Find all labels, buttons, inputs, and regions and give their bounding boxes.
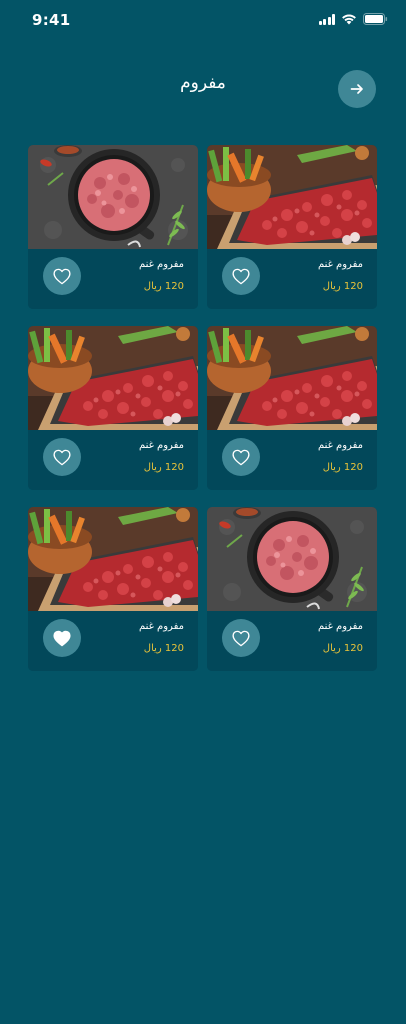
favorite-button[interactable] [43,257,81,295]
product-info: مفروم غنم 120 ريال [207,249,377,309]
product-info: مفروم غنم 120 ريال [207,430,377,490]
product-name: مفروم غنم [138,440,184,451]
cellular-signal-icon [318,13,335,25]
product-card[interactable]: مفروم غنم 120 ريال [207,145,377,309]
product-info: مفروم غنم 120 ريال [28,249,198,309]
product-image[interactable] [207,145,377,249]
product-card[interactable]: مفروم غنم 120 ريال [207,326,377,490]
heart-icon [53,268,71,284]
product-price: 120 ريال [322,643,363,654]
product-image[interactable] [207,326,377,430]
status-time: 9:41 [32,11,71,29]
heart-icon [53,630,71,646]
favorite-button[interactable] [222,257,260,295]
product-name: مفروم غنم [317,440,363,451]
product-info: مفروم غنم 120 ريال [28,611,198,671]
product-price: 120 ريال [322,281,363,292]
product-price: 120 ريال [143,281,184,292]
favorite-button[interactable] [222,619,260,657]
product-name: مفروم غنم [317,259,363,270]
product-name: مفروم غنم [138,621,184,632]
product-info: مفروم غنم 120 ريال [207,611,377,671]
product-image[interactable] [28,507,198,611]
status-bar: 9:41 [0,0,406,44]
status-icons [318,13,389,25]
product-name: مفروم غنم [317,621,363,632]
product-image[interactable] [207,507,377,611]
arrow-right-icon [350,84,363,94]
wifi-icon [341,13,357,25]
product-card[interactable]: مفروم غنم 120 ريال [207,507,377,671]
product-name: مفروم غنم [138,259,184,270]
product-price: 120 ريال [143,462,184,473]
product-price: 120 ريال [143,643,184,654]
product-card[interactable]: مفروم غنم 120 ريال [28,145,198,309]
product-image[interactable] [28,326,198,430]
product-card[interactable]: مفروم غنم 120 ريال [28,507,198,671]
heart-icon [232,268,250,284]
product-image[interactable] [28,145,198,249]
heart-icon [53,449,71,465]
favorite-button[interactable] [43,619,81,657]
product-price: 120 ريال [322,462,363,473]
back-button[interactable] [338,70,376,108]
product-card[interactable]: مفروم غنم 120 ريال [28,326,198,490]
favorite-button[interactable] [43,438,81,476]
battery-icon [363,13,388,25]
product-info: مفروم غنم 120 ريال [28,430,198,490]
favorite-button[interactable] [222,438,260,476]
heart-icon [232,449,250,465]
heart-icon [232,630,250,646]
